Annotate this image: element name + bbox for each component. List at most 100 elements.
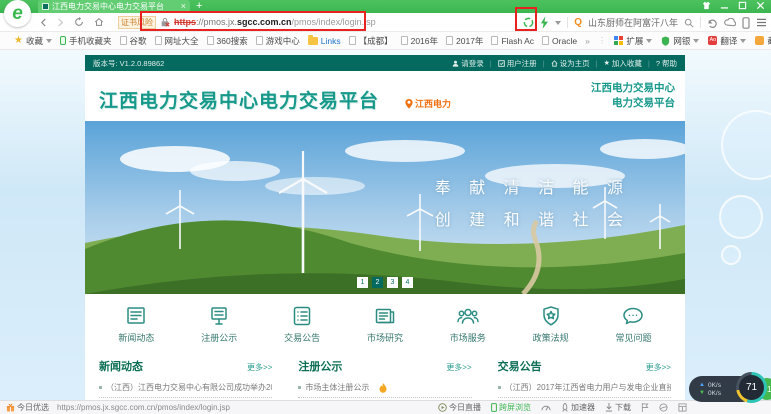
- page-icon: [349, 36, 356, 45]
- speed-mode-dropdown-icon[interactable]: [555, 21, 561, 25]
- nav-policies[interactable]: 政策法规: [533, 304, 569, 344]
- window-icon[interactable]: [678, 403, 687, 412]
- tab-strip: 江西电力交易中心电力交易平台 × +: [0, 0, 771, 13]
- pager-3[interactable]: 3: [387, 277, 398, 288]
- acceleration-ball-gauge[interactable]: 71: [736, 372, 767, 403]
- nav-registration[interactable]: 注册公示: [201, 304, 237, 344]
- more-link[interactable]: 更多>>: [446, 362, 471, 373]
- chat-bubble-icon: [621, 304, 645, 328]
- news-item-link[interactable]: （江西）江西电力交易中心有限公司成功举办2017年: [99, 379, 272, 398]
- ie-browser-icon[interactable]: [659, 403, 668, 412]
- more-link[interactable]: 更多>>: [646, 362, 671, 373]
- bookmark-item[interactable]: 游戏中心: [256, 35, 300, 47]
- url-field[interactable]: https://pmos.jx.sgcc.com.cn/pmos/index/l…: [174, 17, 376, 27]
- undo-closed-tab-icon[interactable]: [707, 18, 718, 28]
- tab-close-icon[interactable]: ×: [181, 2, 186, 11]
- translate-menu[interactable]: Ao翻译: [708, 35, 746, 47]
- page-icon: [207, 36, 214, 45]
- shield-icon: [661, 36, 670, 46]
- bookmark-item[interactable]: 2017年: [446, 35, 483, 47]
- accelerator-button[interactable]: 加速器: [561, 402, 595, 413]
- extensions-menu[interactable]: 扩展: [614, 35, 652, 47]
- phone-sync-icon[interactable]: [742, 17, 750, 29]
- site-safety-icon[interactable]: [523, 17, 534, 28]
- download-button[interactable]: 下载: [605, 402, 631, 413]
- nav-faq[interactable]: 常见问题: [615, 304, 651, 344]
- speedometer-icon[interactable]: [541, 403, 551, 412]
- pager-4[interactable]: 4: [402, 277, 413, 288]
- favorites-menu[interactable]: ★ 收藏: [14, 35, 52, 47]
- certificate-risk-badge[interactable]: 证书风险: [118, 16, 156, 29]
- tab-favicon: [42, 3, 49, 10]
- daily-picks-link[interactable]: 今日优选: [6, 402, 49, 413]
- cloud-sync-icon[interactable]: [724, 18, 736, 27]
- extensions-icon: [614, 36, 623, 45]
- upload-arrow-icon: ▲: [699, 382, 705, 388]
- browser-tab[interactable]: 江西电力交易中心电力交易平台 ×: [38, 0, 190, 13]
- location-selector[interactable]: 江西电力: [405, 97, 451, 110]
- search-engine-logo[interactable]: Q: [574, 17, 582, 28]
- browser-logo[interactable]: e: [4, 0, 31, 27]
- bookmark-folder-links[interactable]: Links: [308, 36, 341, 46]
- new-tab-button[interactable]: +: [196, 0, 202, 13]
- pager-1[interactable]: 1: [357, 277, 368, 288]
- add-favorite-link[interactable]: ★加入收藏: [604, 58, 642, 69]
- register-link[interactable]: 用户注册: [498, 58, 537, 69]
- page-icon: [256, 36, 263, 45]
- bookmark-item[interactable]: 【成都】: [349, 35, 393, 47]
- refresh-icon[interactable]: [74, 17, 84, 27]
- news-item-link[interactable]: （江西）2017年江西省电力用户与发电企业直接交易: [498, 379, 671, 398]
- nav-trade-notice[interactable]: 交易公告: [284, 304, 320, 344]
- forward-icon[interactable]: [57, 18, 64, 27]
- nav-market-service[interactable]: 市场服务: [450, 304, 486, 344]
- screenshot-menu[interactable]: 截图: [755, 35, 771, 47]
- live-button[interactable]: 今日直播: [438, 402, 481, 413]
- online-banking-menu[interactable]: 网银: [661, 35, 699, 47]
- login-link[interactable]: 请登录: [452, 58, 484, 69]
- nav-news[interactable]: 新闻动态: [118, 304, 154, 344]
- address-search-input[interactable]: 山东厨师在阿富汗八年: [588, 16, 678, 29]
- download-icon: [605, 403, 613, 412]
- divider-dots-icon: ⋮: [598, 35, 607, 46]
- close-icon[interactable]: [756, 1, 765, 10]
- speed-mode-lightning-icon[interactable]: [540, 16, 549, 29]
- location-pin-icon: [405, 99, 413, 109]
- signpost-icon: [207, 304, 231, 328]
- menu-icon[interactable]: [756, 18, 767, 27]
- bookmark-item[interactable]: 2016年: [401, 35, 438, 47]
- flag-icon[interactable]: [641, 403, 649, 412]
- page-icon: [446, 36, 453, 45]
- maximize-icon[interactable]: [738, 1, 747, 10]
- hero-banner[interactable]: 奉 献 清 洁 能 源 创 建 和 谐 社 会 1 2 3 4: [85, 121, 685, 294]
- bookmark-item[interactable]: 网址大全: [155, 35, 199, 47]
- people-icon: [456, 304, 480, 328]
- bookmark-mobile-favorites[interactable]: 手机收藏夹: [60, 35, 112, 47]
- back-icon[interactable]: [40, 18, 47, 27]
- home-icon[interactable]: [94, 17, 104, 27]
- bookmark-item[interactable]: Flash Ac: [491, 36, 534, 46]
- nav-market-research[interactable]: 市场研究: [367, 304, 403, 344]
- news-item-link[interactable]: 市场主体注册公示: [298, 379, 471, 398]
- column-title: 注册公示: [298, 358, 342, 374]
- decor-bubble: [721, 245, 741, 265]
- set-homepage-link[interactable]: 设为主页: [551, 58, 590, 69]
- bookmark-item[interactable]: 360搜索: [207, 35, 248, 47]
- news-column-registration: 注册公示 更多>> 市场主体注册公示: [298, 355, 471, 400]
- cross-screen-button[interactable]: 跨屏浏览: [491, 402, 531, 413]
- pager-2-active[interactable]: 2: [372, 277, 383, 288]
- minimize-icon[interactable]: [720, 1, 729, 10]
- bookmark-item[interactable]: Oracle: [542, 36, 577, 46]
- bookmarks-overflow-icon[interactable]: »: [585, 36, 590, 46]
- help-link[interactable]: ?帮助: [656, 58, 677, 69]
- home-icon: [551, 60, 558, 67]
- question-icon: ?: [656, 59, 660, 68]
- more-link[interactable]: 更多>>: [247, 362, 272, 373]
- broken-lock-icon[interactable]: [160, 17, 170, 28]
- mobile-icon: [60, 36, 66, 45]
- column-title: 交易公告: [498, 358, 542, 374]
- bookmark-item[interactable]: 谷歌: [120, 35, 147, 47]
- search-icon[interactable]: [684, 18, 694, 28]
- user-icon: [452, 60, 459, 67]
- skin-icon[interactable]: [702, 1, 711, 10]
- folder-icon: [308, 37, 318, 45]
